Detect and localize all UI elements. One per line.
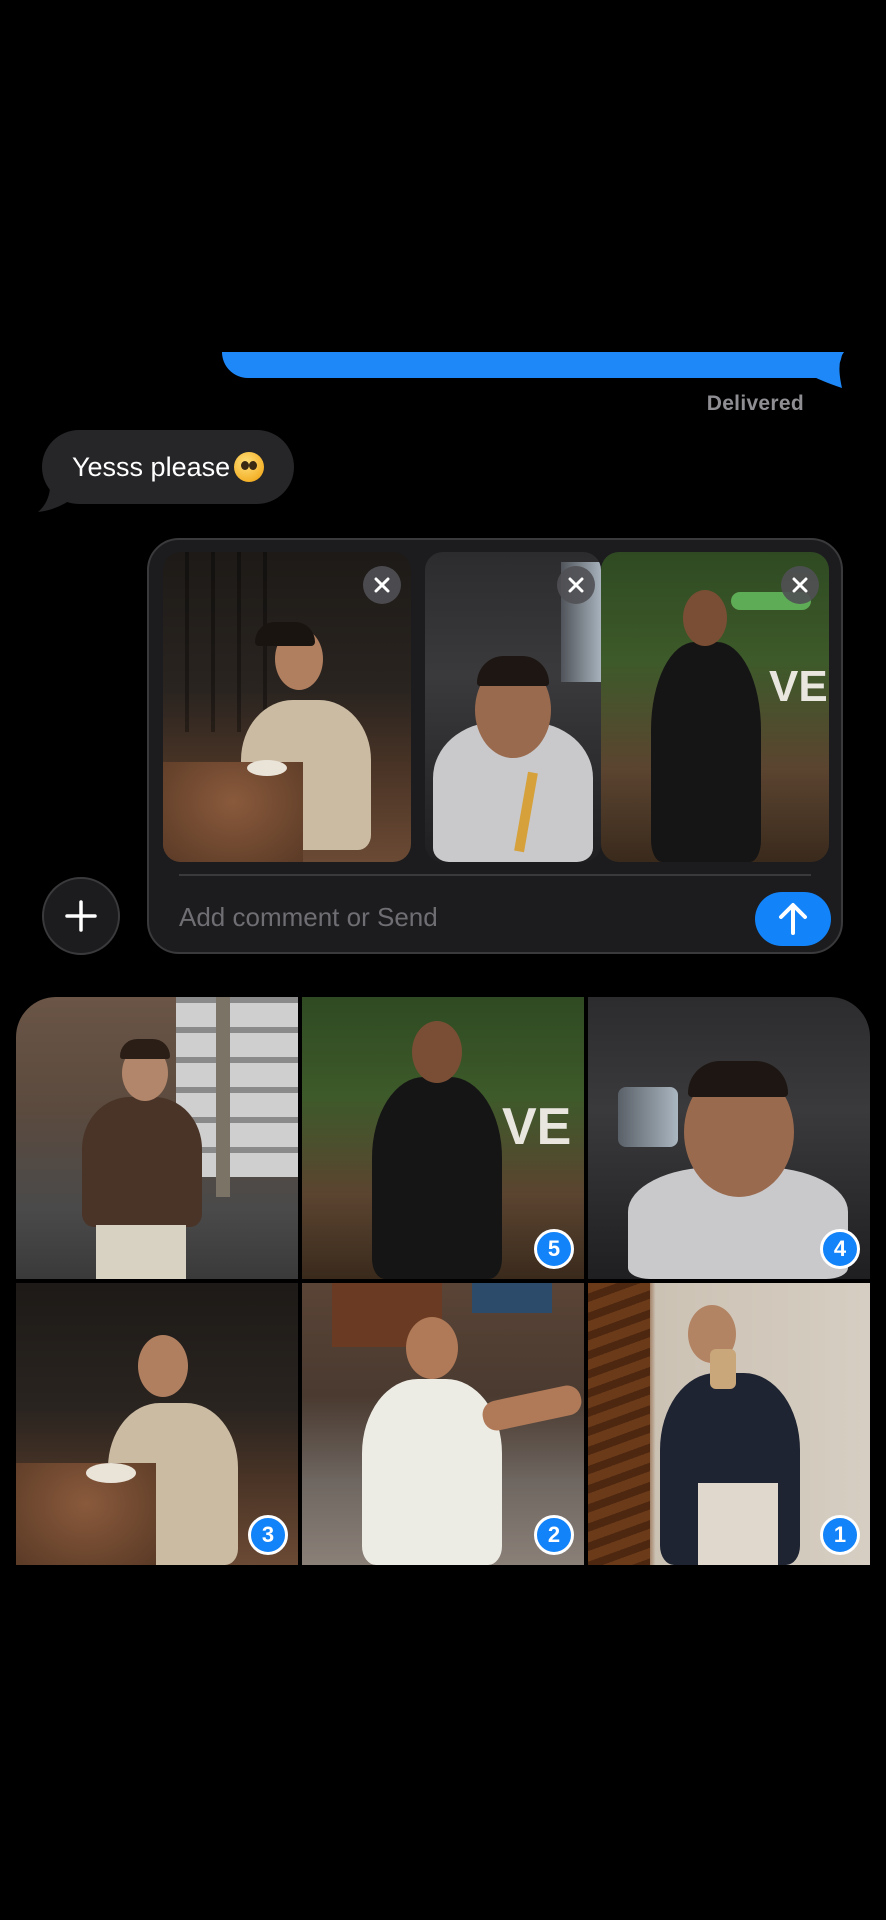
remove-attachment-1-button[interactable] — [363, 566, 401, 604]
selection-order-badge: 2 — [534, 1515, 574, 1555]
selection-order-badge: 4 — [820, 1229, 860, 1269]
plus-icon — [65, 900, 97, 932]
message-input[interactable]: Add comment or Send — [179, 902, 438, 933]
attachment-preview-1[interactable] — [163, 552, 411, 862]
delivered-status: Delivered — [706, 392, 804, 415]
photo-tile-4[interactable]: 3 — [16, 1283, 298, 1565]
received-message-text: Yesss please — [72, 451, 231, 482]
selection-order-badge: 5 — [534, 1229, 574, 1269]
send-button[interactable] — [755, 892, 831, 946]
photo-tile-1[interactable] — [16, 997, 298, 1279]
attachment-preview-3[interactable]: VE — [601, 552, 829, 862]
pleading-face-emoji-icon — [234, 452, 265, 482]
attachment-preview-2[interactable] — [425, 552, 601, 862]
close-icon — [568, 577, 584, 593]
selection-order-badge: 1 — [820, 1515, 860, 1555]
remove-attachment-2-button[interactable] — [557, 566, 595, 604]
close-icon — [792, 577, 808, 593]
arrow-up-icon — [779, 903, 807, 935]
selection-order-badge: 3 — [248, 1515, 288, 1555]
received-message-bubble[interactable]: Yesss please — [42, 430, 295, 504]
remove-attachment-3-button[interactable] — [781, 566, 819, 604]
photo-picker-grid: VE 5 4 3 2 1 — [16, 997, 870, 1565]
photo-tile-3[interactable]: 4 — [588, 997, 870, 1279]
compose-box: VE Add comment or Send — [147, 538, 843, 954]
add-attachment-button[interactable] — [42, 877, 120, 955]
photo-tile-5[interactable]: 2 — [302, 1283, 584, 1565]
close-icon — [374, 577, 390, 593]
sent-message-bubble[interactable] — [222, 352, 842, 378]
photo-tile-6[interactable]: 1 — [588, 1283, 870, 1565]
photo-tile-2[interactable]: VE 5 — [302, 997, 584, 1279]
compose-divider — [179, 874, 811, 876]
sent-bubble-tail — [812, 352, 844, 388]
